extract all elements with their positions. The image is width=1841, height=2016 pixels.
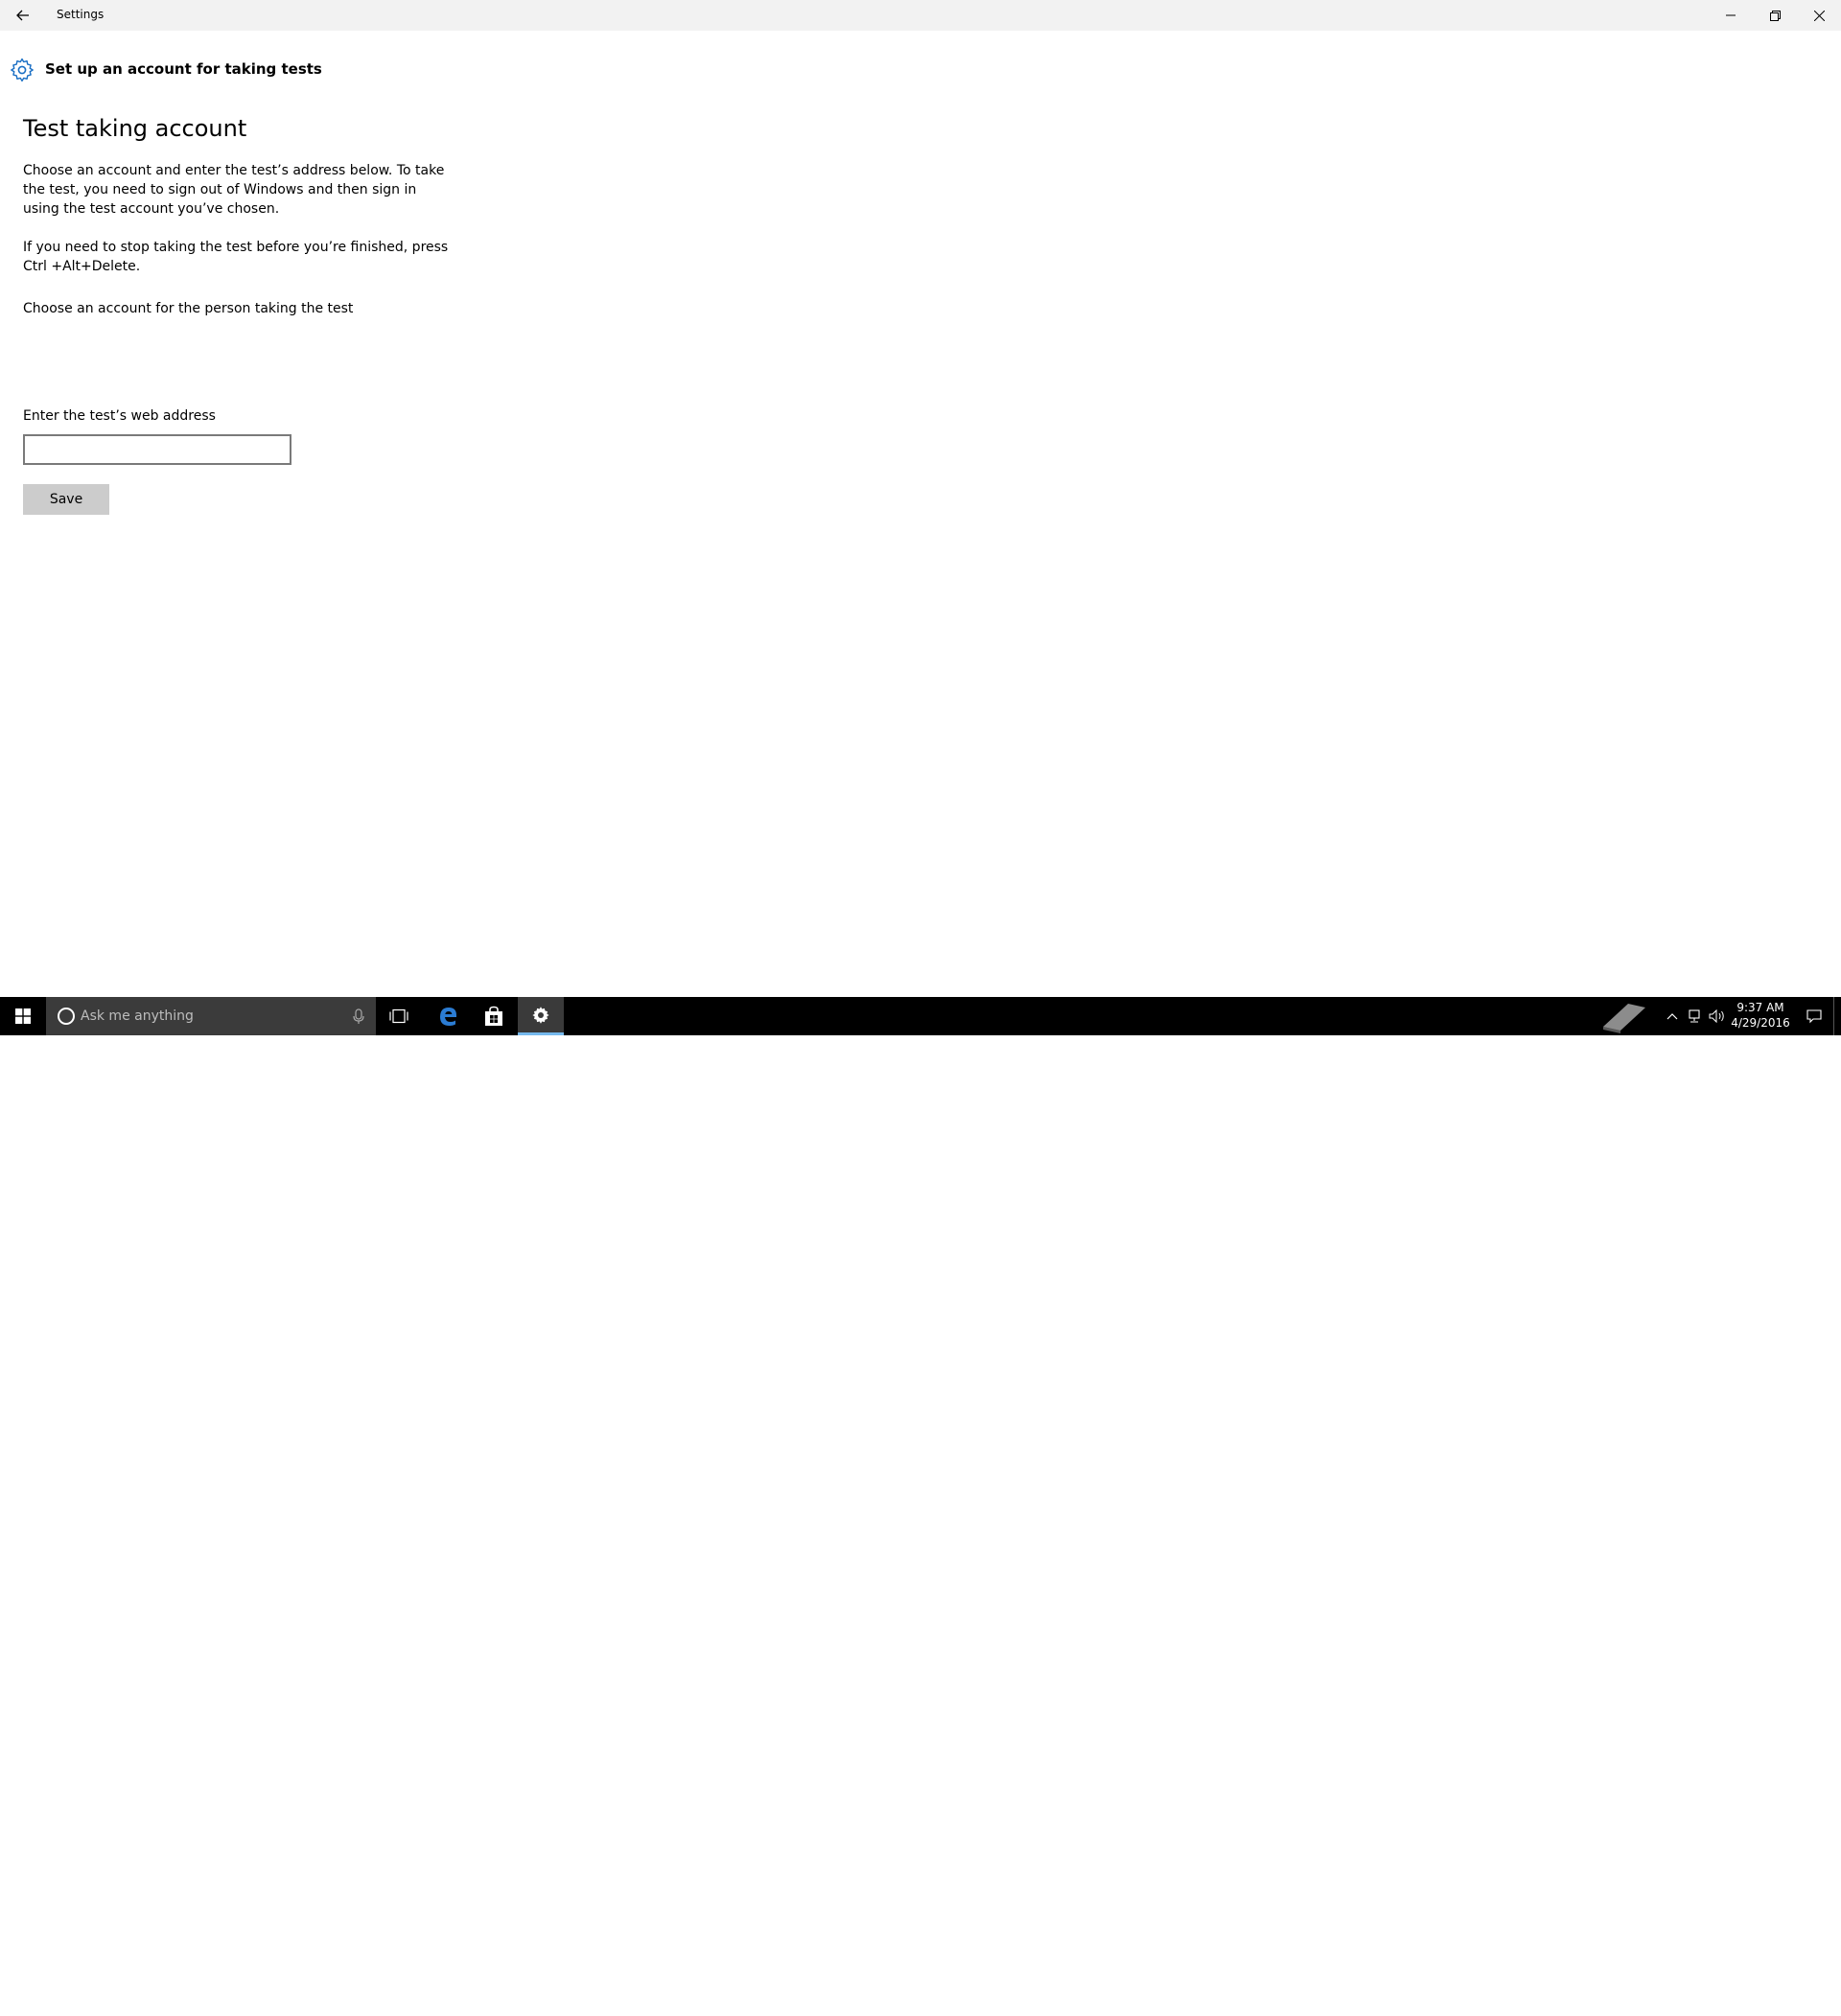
close-button[interactable]	[1797, 0, 1841, 31]
page-title: Test taking account	[23, 115, 247, 142]
network-button[interactable]	[1684, 997, 1705, 1035]
start-button[interactable]	[0, 997, 46, 1035]
window-title: Settings	[57, 8, 105, 21]
microphone-icon[interactable]	[349, 1007, 368, 1026]
stop-test-text: If you need to stop taking the test befo…	[23, 240, 449, 274]
restore-icon	[1769, 10, 1781, 21]
cortana-icon	[58, 1008, 75, 1025]
action-center-button[interactable]	[1801, 997, 1828, 1035]
task-view-button[interactable]	[376, 997, 422, 1035]
gear-icon	[11, 58, 34, 82]
tray-overflow-button[interactable]	[1663, 997, 1682, 1035]
clock[interactable]: 9:37 AM 4/29/2016	[1731, 1000, 1790, 1031]
close-icon	[1813, 10, 1825, 21]
clock-date: 4/29/2016	[1731, 1016, 1790, 1030]
store-icon	[485, 1006, 502, 1026]
url-label: Enter the test’s web address	[23, 408, 216, 424]
test-url-input[interactable]	[23, 434, 291, 465]
volume-button[interactable]	[1707, 997, 1728, 1035]
edge-icon	[440, 1008, 456, 1026]
choose-account-label: Choose an account for the person taking …	[23, 301, 354, 316]
task-view-icon	[389, 1008, 408, 1024]
settings-taskbar-button[interactable]	[518, 997, 564, 1035]
store-button[interactable]	[471, 997, 517, 1035]
search-placeholder: Ask me anything	[81, 1008, 194, 1024]
taskbar: Ask me anything TheCollectionBook 9:37 A…	[0, 997, 1841, 2016]
back-arrow-icon	[16, 10, 29, 21]
back-button[interactable]	[0, 0, 46, 31]
windows-logo-icon	[15, 1008, 31, 1024]
search-box[interactable]: Ask me anything	[46, 997, 376, 1035]
instructions-text: Choose an account and enter the test’s a…	[23, 163, 445, 217]
minimize-button[interactable]	[1709, 0, 1753, 31]
edge-button[interactable]	[425, 997, 471, 1035]
network-icon	[1689, 1009, 1700, 1023]
minimize-icon	[1726, 14, 1736, 16]
clock-time: 9:37 AM	[1736, 1001, 1784, 1014]
save-button[interactable]: Save	[23, 484, 109, 515]
page-header: Set up an account for taking tests	[45, 60, 322, 78]
book-icon	[1603, 1004, 1645, 1033]
title-bar: Settings	[0, 0, 1841, 31]
watermark-text: TheCollectionBook	[1659, 1997, 1815, 2016]
show-desktop-button[interactable]	[1833, 997, 1841, 1035]
watermark-logo	[1596, 997, 1653, 1035]
chevron-up-icon	[1666, 1013, 1678, 1020]
restore-button[interactable]	[1753, 0, 1797, 31]
settings-icon	[532, 1006, 549, 1024]
volume-icon	[1709, 1009, 1724, 1023]
notification-icon	[1806, 1009, 1822, 1024]
